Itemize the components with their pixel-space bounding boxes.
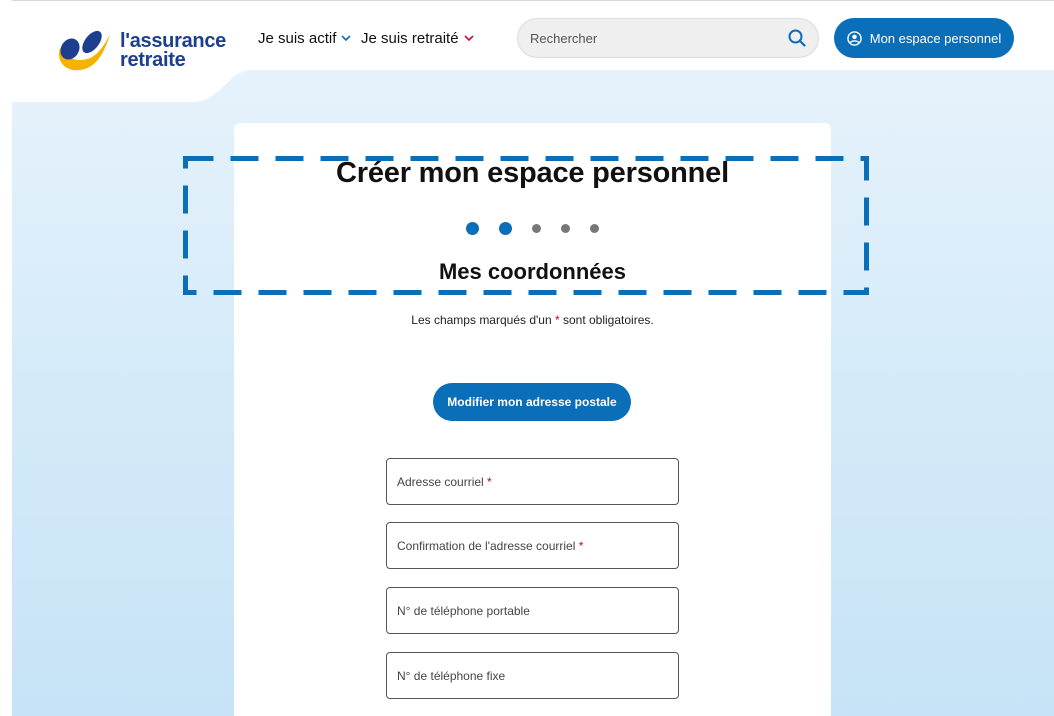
modify-address-button[interactable]: Modifier mon adresse postale xyxy=(433,383,631,421)
nav-item-retraite[interactable]: Je suis retraité xyxy=(361,30,474,47)
email-confirm-field[interactable]: Confirmation de l'adresse courriel * xyxy=(386,522,679,569)
step-dot xyxy=(561,224,570,233)
page-title: Créer mon espace personnel xyxy=(336,157,729,189)
chevron-down-icon xyxy=(463,35,474,42)
nav-item-actif-label: Je suis actif xyxy=(258,30,337,47)
nav-item-retraite-label: Je suis retraité xyxy=(361,30,459,47)
step-dot xyxy=(466,222,479,235)
search-icon[interactable] xyxy=(788,29,806,47)
email-field[interactable]: Adresse courriel * xyxy=(386,458,679,505)
email-field-label: Adresse courriel xyxy=(397,474,484,489)
landline-phone-field[interactable]: N° de téléphone fixe xyxy=(386,652,679,699)
required-note-prefix: Les champs marqués d'un xyxy=(411,313,555,327)
email-confirm-field-label: Confirmation de l'adresse courriel xyxy=(397,538,576,553)
chevron-down-icon xyxy=(341,35,351,42)
section-title: Mes coordonnées xyxy=(438,259,627,284)
required-note-suffix: sont obligatoires. xyxy=(559,313,654,327)
step-dot xyxy=(499,222,512,235)
required-star: * xyxy=(487,474,492,489)
search-bar[interactable] xyxy=(517,18,819,58)
logo-mark-icon xyxy=(58,30,110,71)
mobile-phone-field[interactable]: N° de téléphone portable xyxy=(386,587,679,634)
logo-line-2: retraite xyxy=(120,49,186,71)
required-note: Les champs marqués d'un * sont obligatoi… xyxy=(234,313,831,327)
step-dot xyxy=(532,224,541,233)
mobile-phone-field-label: N° de téléphone portable xyxy=(397,603,530,618)
nav-item-actif[interactable]: Je suis actif xyxy=(258,30,351,47)
landline-phone-field-label: N° de téléphone fixe xyxy=(397,668,506,683)
step-dot xyxy=(590,224,599,233)
user-circle-icon xyxy=(846,30,862,46)
account-button[interactable]: Mon espace personnel xyxy=(834,18,1014,58)
search-input[interactable] xyxy=(530,30,788,46)
account-button-label: Mon espace personnel xyxy=(869,30,1002,46)
logo-text: l'assurance retraite xyxy=(120,31,226,71)
required-star: * xyxy=(578,538,584,553)
step-indicator xyxy=(234,222,831,235)
logo[interactable]: l'assurance retraite xyxy=(52,26,226,76)
